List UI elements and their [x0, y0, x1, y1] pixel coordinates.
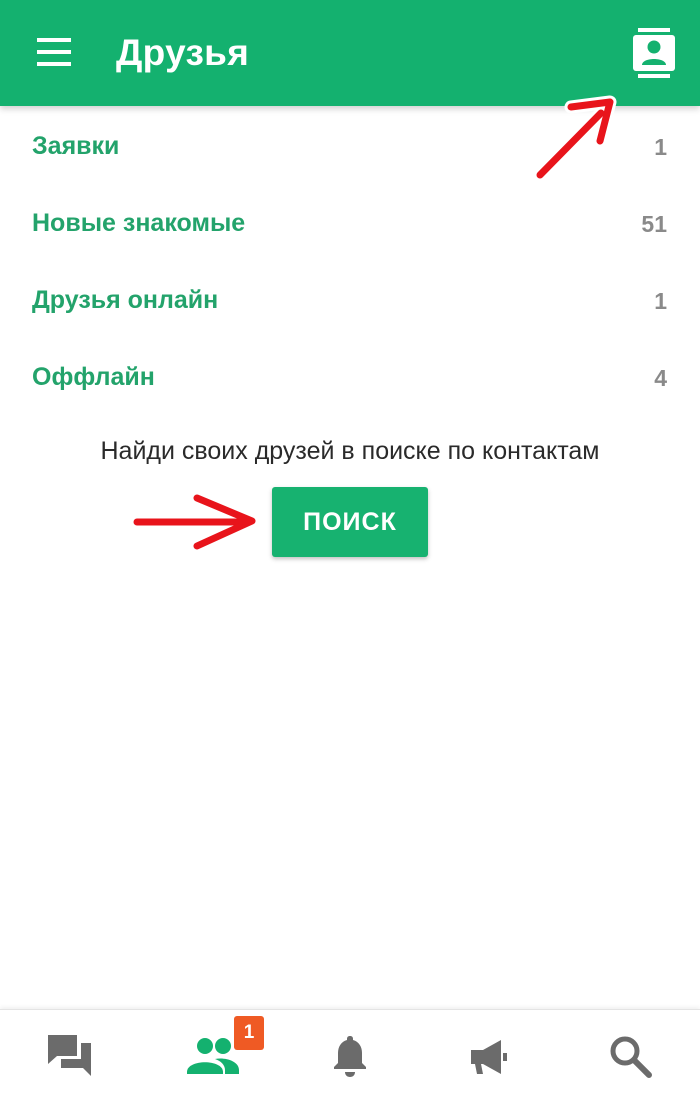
arrow-to-search-button — [130, 491, 259, 553]
category-friends-online[interactable]: Друзья онлайн 1 — [0, 262, 700, 339]
nav-notifications[interactable] — [280, 1010, 420, 1099]
category-count: 4 — [654, 365, 667, 391]
friends-icon — [187, 1038, 239, 1074]
category-label: Заявки — [32, 132, 120, 160]
category-offline[interactable]: Оффлайн 4 — [0, 339, 700, 416]
bell-icon — [334, 1036, 366, 1077]
contact-card-icon — [633, 28, 675, 78]
friends-category-list: Заявки 1 Новые знакомые 51 Друзья онлайн… — [0, 108, 700, 416]
category-new-acquaintances[interactable]: Новые знакомые 51 — [0, 185, 700, 262]
nav-search[interactable] — [560, 1010, 700, 1099]
menu-button[interactable] — [26, 28, 82, 76]
contacts-button[interactable] — [626, 22, 682, 80]
nav-messages[interactable] — [0, 1010, 140, 1099]
search-icon — [610, 1036, 652, 1078]
app-bar: Друзья — [0, 0, 700, 106]
category-count: 1 — [654, 288, 667, 314]
chat-icon — [48, 1035, 91, 1076]
category-label: Друзья онлайн — [32, 286, 219, 314]
category-count: 51 — [641, 211, 667, 237]
friends-screen: Друзья Заявки 1 Новые знакомые 51 Друзья… — [0, 0, 700, 1099]
contacts-search-hint: Найди своих друзей в поиске по контактам — [100, 437, 600, 465]
nav-announcements[interactable] — [420, 1010, 560, 1099]
bottom-navigation — [0, 1009, 700, 1099]
category-count: 1 — [654, 134, 667, 160]
category-label: Новые знакомые — [32, 209, 246, 237]
page-title: Друзья — [116, 32, 250, 73]
category-requests[interactable]: Заявки 1 — [0, 108, 700, 185]
hamburger-menu-icon — [37, 38, 71, 66]
megaphone-icon — [471, 1040, 507, 1074]
search-contacts-button[interactable]: ПОИСК — [272, 487, 428, 557]
friends-notification-badge: 1 — [234, 1016, 264, 1050]
category-label: Оффлайн — [32, 363, 155, 391]
